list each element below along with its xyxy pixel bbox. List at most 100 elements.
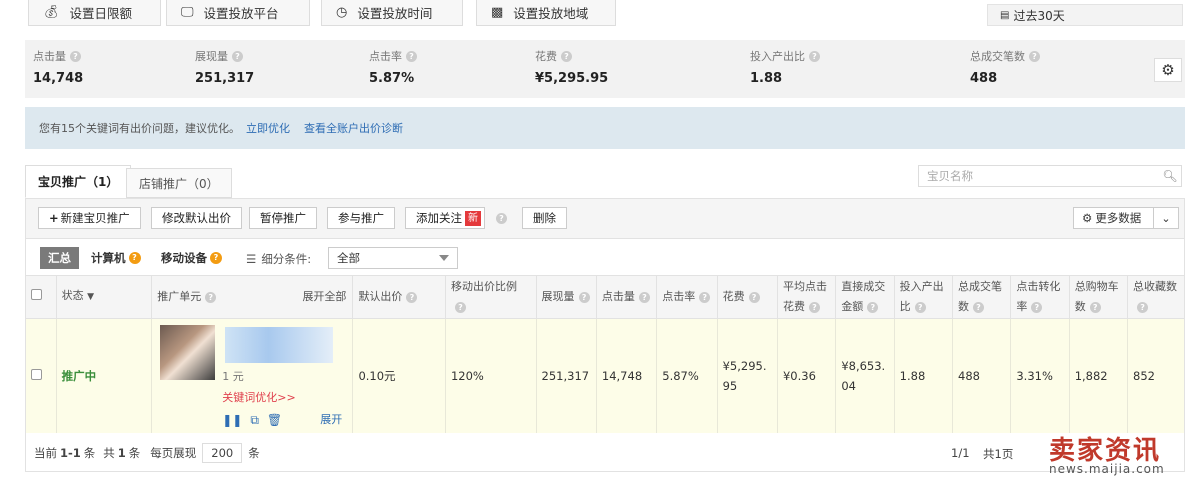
list-icon: ☰ xyxy=(246,252,257,266)
help-icon[interactable]: ? xyxy=(699,291,711,303)
help-icon[interactable]: ? xyxy=(496,213,507,224)
help-icon[interactable]: ? xyxy=(578,291,590,303)
help-icon[interactable]: ? xyxy=(638,291,650,303)
filter-mobile[interactable]: 移动设备? xyxy=(153,247,230,269)
row-fav: 852 xyxy=(1127,318,1184,433)
row-ctr: 5.87% xyxy=(656,318,718,433)
set-platform-button[interactable]: 🖵︎ 设置投放平台 xyxy=(166,0,310,26)
help-icon[interactable]: ? xyxy=(1089,301,1101,313)
item-search-input[interactable] xyxy=(927,169,1159,183)
total-pages: 共1页 xyxy=(983,447,1014,461)
clock-icon: ◷ xyxy=(336,5,348,20)
tab-store-promotion[interactable]: 店铺推广（0） xyxy=(126,168,232,198)
row-mobile-ratio: 120% xyxy=(445,318,537,433)
metric-roi: 投入产出比? 1.88 xyxy=(750,48,820,86)
metric-cost-label: 花费 xyxy=(535,50,557,63)
filter-mobile-label: 移动设备 xyxy=(161,251,207,265)
help-icon[interactable]: ? xyxy=(70,50,81,62)
keyword-optimize-link[interactable]: 关键词优化>> xyxy=(222,388,295,408)
tab-item-promotion-label: 宝贝推广（1） xyxy=(38,175,119,189)
help-icon[interactable]: ? xyxy=(867,301,879,313)
item-search: 🔍︎ xyxy=(918,165,1182,187)
help-icon[interactable]: ? xyxy=(914,301,926,313)
col-status[interactable]: 状态 ▼ xyxy=(56,276,153,319)
row-roi: 1.88 xyxy=(894,318,954,433)
pager-range: 1-1 xyxy=(60,446,81,460)
set-region-button[interactable]: ▩ 设置投放地域 xyxy=(476,0,616,26)
row-checkbox[interactable] xyxy=(31,368,42,380)
pager-current-label: 当前 xyxy=(34,446,57,460)
set-daily-budget-button[interactable]: 💰︎ 设置日限额 xyxy=(28,0,161,26)
help-icon[interactable]: ? xyxy=(205,291,217,303)
modify-default-bid-button[interactable]: 修改默认出价 xyxy=(151,207,242,229)
filter-computer[interactable]: 计算机? xyxy=(83,247,149,269)
copy-icon[interactable]: ⧉ xyxy=(250,410,259,430)
money-bag-icon: 💰︎ xyxy=(43,5,60,20)
help-icon[interactable]: ? xyxy=(561,50,572,62)
expand-all-link[interactable]: 展开全部 xyxy=(302,287,346,307)
help-icon[interactable]: ? xyxy=(1031,301,1043,313)
metric-roi-value: 1.88 xyxy=(750,71,783,86)
col-cost-label: 花费 xyxy=(722,289,745,303)
optimize-now-link[interactable]: 立即优化 xyxy=(246,120,290,136)
table-row[interactable]: 推广中 1 元 关键词优化>> ❚❚ ⧉ 🗑︎ 展开 0.10元 120% 25… xyxy=(26,318,1184,433)
date-range-selector[interactable]: ▤ 过去30天 xyxy=(987,4,1183,26)
select-all-cell xyxy=(26,276,57,319)
col-ctr: 点击率? xyxy=(656,276,718,319)
search-icon[interactable]: 🔍︎ xyxy=(1159,169,1181,183)
row-direct-gmv: ¥8,653.04 xyxy=(835,318,895,433)
help-icon[interactable]: ? xyxy=(406,291,418,303)
help-icon[interactable]: ? xyxy=(973,301,984,313)
sub-condition-select[interactable]: 全部 xyxy=(328,247,458,269)
row-expand-link[interactable]: 展开 xyxy=(320,410,342,430)
help-icon[interactable]: ? xyxy=(1029,50,1040,62)
notice-text: 您有15个关键词有出价问题，建议优化。 xyxy=(39,122,240,135)
sub-condition-label: 细分条件: xyxy=(261,252,312,266)
help-icon[interactable]: ? xyxy=(406,50,417,62)
help-icon[interactable]: ? xyxy=(809,50,820,62)
chevron-down-icon[interactable]: ⌄ xyxy=(1154,212,1178,225)
date-range-label: 过去30天 xyxy=(1013,8,1065,23)
metrics-settings-button[interactable]: ⚙ xyxy=(1154,58,1182,82)
pager-per-unit: 条 xyxy=(248,446,260,460)
new-item-promotion-button[interactable]: + 新建宝贝推广 xyxy=(38,207,141,229)
plus-icon: + xyxy=(49,211,59,225)
join-promotion-button[interactable]: 参与推广 xyxy=(327,207,395,229)
delete-button[interactable]: 删除 xyxy=(522,207,567,229)
tab-item-promotion[interactable]: 宝贝推广（1） xyxy=(25,165,132,198)
filter-computer-label: 计算机 xyxy=(91,251,126,265)
metric-impressions: 展现量? 251,317 xyxy=(195,48,254,86)
pager-total-unit: 条 xyxy=(128,446,141,460)
product-thumbnail[interactable] xyxy=(160,324,216,380)
set-time-button[interactable]: ◷ 设置投放时间 xyxy=(321,0,463,26)
help-icon: ? xyxy=(210,252,222,264)
pause-icon[interactable]: ❚❚ xyxy=(222,410,242,430)
help-icon[interactable]: ? xyxy=(808,301,820,313)
help-icon[interactable]: ? xyxy=(748,291,760,303)
bid-diagnosis-link[interactable]: 查看全账户出价诊断 xyxy=(304,120,403,136)
help-icon[interactable]: ? xyxy=(232,50,243,62)
help-icon[interactable]: ? xyxy=(454,301,466,313)
row-impressions: 251,317 xyxy=(536,318,597,433)
per-page-input[interactable]: 200 xyxy=(202,443,243,463)
filter-summary[interactable]: 汇总 xyxy=(40,247,79,269)
col-fav: 总收藏数? xyxy=(1127,276,1184,319)
table-header-row: 状态 ▼ 推广单元? 展开全部 默认出价? 移动出价比例? 展现量? 点击量? 点… xyxy=(26,276,1184,319)
trash-icon[interactable]: 🗑︎ xyxy=(267,410,282,430)
metric-ctr: 点击率? 5.87% xyxy=(369,48,417,86)
new-badge: 新 xyxy=(465,210,481,226)
col-cvr: 点击转化率? xyxy=(1010,276,1070,319)
site-watermark: 卖家资讯 news.maijia.com xyxy=(1045,428,1190,480)
more-data-button[interactable]: ⚙ 更多数据 ⌄ xyxy=(1073,207,1179,229)
metric-total-orders-value: 488 xyxy=(970,71,998,86)
add-follow-label: 添加关注 xyxy=(416,211,462,225)
select-all-checkbox[interactable] xyxy=(31,288,42,300)
bid-notice: 您有15个关键词有出价问题，建议优化。 立即优化 查看全账户出价诊断 xyxy=(25,107,1185,149)
add-follow-button[interactable]: 添加关注 新 xyxy=(405,207,485,229)
pause-promotion-button[interactable]: 暂停推广 xyxy=(249,207,317,229)
gear-icon: ⚙ xyxy=(1161,61,1175,79)
col-unit: 推广单元? 展开全部 xyxy=(151,276,354,319)
row-total-orders: 488 xyxy=(952,318,1012,433)
help-icon[interactable]: ? xyxy=(1137,301,1149,313)
col-clicks-label: 点击量 xyxy=(601,289,635,303)
